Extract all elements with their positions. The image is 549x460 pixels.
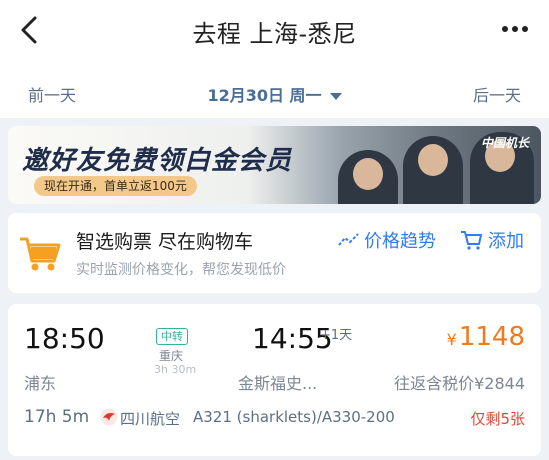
more-dot <box>512 26 518 32</box>
roundtrip-price: 往返含税价¥2844 <box>394 374 525 393</box>
date-selector-bar: 前一天 12月30日 周一 后一天 <box>0 70 549 116</box>
add-label: 添加 <box>488 231 524 252</box>
arrival-day-offset: +1天 <box>320 328 353 343</box>
cart-title: 智选购票 尽在购物车 <box>76 231 254 253</box>
cart-subtitle: 实时监测价格变化，帮您发现低价 <box>76 262 286 278</box>
transfer-duration: 3h 30m <box>154 363 197 376</box>
seats-left-badge: 仅剩5张 <box>470 410 525 428</box>
add-to-cart-button[interactable]: 添加 <box>460 227 524 253</box>
arrival-airport: 金斯福史... <box>238 374 318 393</box>
transfer-city: 重庆 <box>159 349 184 363</box>
flight-duration: 17h 5m <box>24 407 90 427</box>
price: ¥1148 <box>447 322 525 352</box>
caret-down-icon <box>329 93 342 100</box>
banner-person-image <box>403 136 463 204</box>
flight-result-card[interactable]: 18:50 浦东 中转 重庆 3h 30m 14:55 +1天 金斯福史... … <box>8 304 541 456</box>
banner-brand-logo: 中国机长 <box>480 136 529 150</box>
next-day-button[interactable]: 后一天 <box>473 82 521 106</box>
date-picker[interactable]: 12月30日 周一 <box>0 82 549 106</box>
more-button[interactable] <box>497 14 533 44</box>
promo-banner[interactable]: 邀好友免费领白金会员 现在开通，首单立返100元 中国机长 <box>8 126 541 204</box>
smart-cart-card[interactable]: 智选购票 尽在购物车 实时监测价格变化，帮您发现低价 价格趋势 添加 <box>8 213 541 293</box>
departure-airport: 浦东 <box>24 374 57 393</box>
banner-person-image <box>338 150 398 204</box>
more-dots-icon <box>502 26 508 32</box>
sichuan-airlines-logo-icon <box>100 408 118 426</box>
price-trend-button[interactable]: 价格趋势 <box>338 227 436 253</box>
price-trend-label: 价格趋势 <box>364 231 436 252</box>
airline-name: 四川航空 <box>120 410 181 428</box>
add-cart-icon <box>461 231 482 250</box>
more-dot <box>522 26 528 32</box>
page-title: 去程 上海-悉尼 <box>192 20 357 48</box>
trend-line-icon <box>338 233 359 246</box>
price-currency: ¥ <box>446 330 457 349</box>
departure-time: 18:50 <box>24 322 105 355</box>
banner-promo-pill: 现在开通，首单立返100元 <box>34 176 197 196</box>
current-date-label: 12月30日 周一 <box>207 86 322 105</box>
price-value: 1148 <box>458 322 525 352</box>
aircraft-type: A321 (sharklets)/A330-200 <box>193 408 395 426</box>
transfer-badge: 中转 <box>156 328 188 345</box>
top-nav-bar: 去程 上海-悉尼 前一天 12月30日 周一 后一天 <box>0 0 549 118</box>
banner-headline: 邀好友免费领白金会员 <box>22 146 293 176</box>
shopping-cart-icon <box>20 237 61 271</box>
